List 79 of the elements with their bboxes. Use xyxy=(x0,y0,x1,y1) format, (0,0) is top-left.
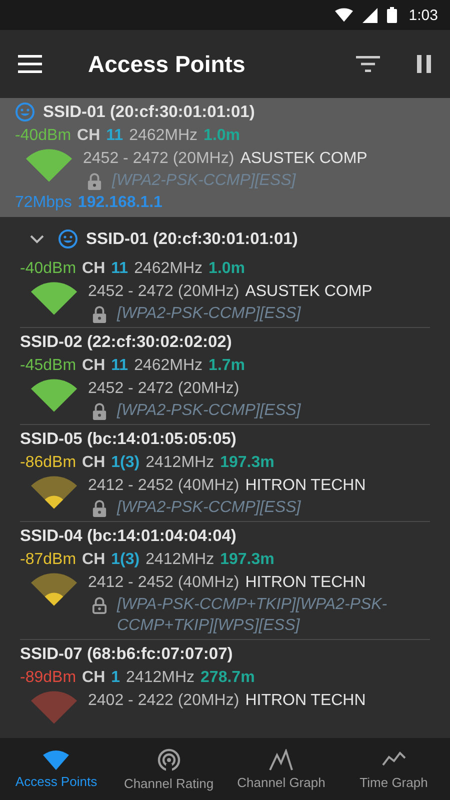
vendor-name: HITRON TECHN xyxy=(245,691,366,711)
vendor-name: HITRON TECHN xyxy=(245,573,366,593)
broadcast-icon xyxy=(156,748,181,772)
vendor-name: ASUSTEK COMP xyxy=(245,282,372,302)
frequency: 2462MHz xyxy=(134,259,203,279)
network-name: SSID-04 (bc:14:01:04:04:04) xyxy=(20,526,238,547)
nav-tab[interactable]: Channel Graph xyxy=(225,738,338,800)
distance: 197.3m xyxy=(220,453,274,473)
vendor-name: HITRON TECHN xyxy=(245,476,366,496)
security-info: [WPA-PSK-CCMP+TKIP][WPA2-PSK-CCMP+TKIP][WPS][ESS] xyxy=(117,595,388,636)
link-speed: 72Mbps xyxy=(15,193,72,213)
channel-label: CH xyxy=(82,259,106,279)
wifi-status-icon xyxy=(334,8,353,22)
channel-label: CH xyxy=(82,356,106,376)
frequency: 2412MHz xyxy=(146,453,214,473)
frequency: 2462MHz xyxy=(134,356,203,376)
ip-address: 192.168.1.1 xyxy=(78,193,162,213)
frequency-range: 2452 - 2472 (20MHz) xyxy=(88,379,240,399)
channel-number: 11 xyxy=(111,356,128,376)
graph-icon xyxy=(269,748,294,770)
channel-number: 1 xyxy=(111,668,120,688)
nav-tab[interactable]: Access Points xyxy=(0,738,112,800)
nav-tab[interactable]: Time Graph xyxy=(338,738,450,800)
smiley-icon xyxy=(15,102,35,122)
distance: 1.0m xyxy=(204,126,240,146)
security-info: [WPA2-PSK-CCMP][ESS] xyxy=(117,498,301,518)
network-name: SSID-07 (68:b6:fc:07:07:07) xyxy=(20,644,234,665)
signal-strength: -89dBm xyxy=(20,668,76,688)
status-time: 1:03 xyxy=(408,6,438,24)
frequency: 2412MHz xyxy=(146,550,214,570)
signal-icon xyxy=(31,282,77,315)
channel-label: CH xyxy=(82,668,106,688)
channel-label: CH xyxy=(82,550,106,570)
signal-strength: -45dBm xyxy=(20,356,76,376)
frequency-range: 2402 - 2422 (20MHz) xyxy=(88,691,240,711)
security-info: [WPA2-PSK-CCMP][ESS] xyxy=(117,401,301,421)
channel-number: 1(3) xyxy=(111,453,140,473)
signal-icon xyxy=(31,476,77,509)
distance: 278.7m xyxy=(200,668,255,688)
battery-icon xyxy=(386,7,397,23)
signal-icon xyxy=(31,379,77,412)
connected-network-card[interactable]: SSID-01 (20:cf:30:01:01:01) -40dBm CH 11 2462MHz 1.0m 2452 - 2472 (20MHz) ASUSTEK COMP [WPA2-PSK-CCMP][ESS] 72Mbps 192.168.1.1 xyxy=(0,98,450,217)
vendor-name: ASUSTEK COMP xyxy=(240,149,368,169)
signal-strength: -86dBm xyxy=(20,453,76,473)
signal-icon xyxy=(26,149,72,182)
security-info: [WPA2-PSK-CCMP][ESS] xyxy=(117,304,301,324)
security-info: [WPA2-PSK-CCMP][ESS] xyxy=(112,171,296,191)
network-name: SSID-05 (bc:14:01:05:05:05) xyxy=(20,429,238,450)
distance: 1.0m xyxy=(208,259,246,279)
signal-strength: -87dBm xyxy=(20,550,76,570)
frequency-range: 2452 - 2472 (20MHz) xyxy=(88,282,240,302)
pause-icon xyxy=(416,55,432,73)
frequency: 2412MHz xyxy=(126,668,195,688)
network-name: SSID-02 (22:cf:30:02:02:02) xyxy=(20,332,233,353)
network-name: SSID-01 (20:cf:30:01:01:01) xyxy=(43,102,255,123)
smiley-icon xyxy=(58,229,78,249)
chevron-icon[interactable] xyxy=(30,234,44,244)
frequency-range: 2452 - 2472 (20MHz) xyxy=(83,149,234,169)
signal-strength: -40dBm xyxy=(15,126,72,146)
filter-icon xyxy=(356,56,380,72)
channel-number: 11 xyxy=(111,259,128,279)
channel-number: 11 xyxy=(106,126,124,146)
frequency-range: 2412 - 2452 (40MHz) xyxy=(88,573,240,593)
nav-tab[interactable]: Channel Rating xyxy=(112,738,225,800)
signal-strength: -40dBm xyxy=(20,259,76,279)
signal-icon xyxy=(31,691,77,724)
channel-label: CH xyxy=(82,453,106,473)
network-name: SSID-01 (20:cf:30:01:01:01) xyxy=(86,229,298,250)
screen-title: Access Points xyxy=(88,50,246,78)
channel-label: CH xyxy=(77,126,100,146)
cell-signal-icon xyxy=(360,8,379,22)
frequency: 2462MHz xyxy=(129,126,198,146)
menu-icon xyxy=(18,55,42,73)
signal-icon xyxy=(31,573,77,606)
channel-number: 1(3) xyxy=(111,550,140,570)
wifi-icon xyxy=(43,750,70,770)
distance: 1.7m xyxy=(208,356,246,376)
distance: 197.3m xyxy=(220,550,274,570)
frequency-range: 2412 - 2452 (40MHz) xyxy=(88,476,240,496)
